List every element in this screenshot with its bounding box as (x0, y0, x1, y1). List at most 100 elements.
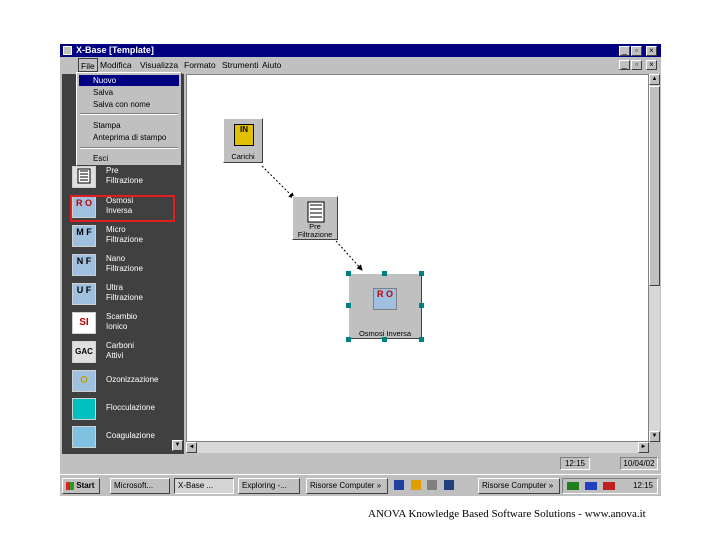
palette-item-microfiltrazione[interactable]: M F Micro Filtrazione (72, 223, 182, 249)
palette-item-nanofiltrazione[interactable]: N F Nano Filtrazione (72, 252, 182, 278)
start-label: Start (76, 481, 95, 490)
doc-minimize-button[interactable]: _ (619, 60, 630, 70)
palette-scroll-down-button[interactable]: ▼ (172, 440, 183, 451)
menu-bar: File Modifica Visualizza Formato Strumen… (60, 58, 661, 72)
scroll-left-button[interactable]: ◄ (186, 442, 197, 453)
uf-icon: U F (72, 283, 96, 305)
palette-label: Scambio Ionico (106, 312, 138, 331)
scroll-corner (649, 442, 660, 453)
palette-label: Coagulazione (106, 431, 155, 440)
palette-item-ozonizzazione[interactable]: O Ozonizzazione (72, 368, 182, 394)
title-bar: X-Base [Template] (60, 44, 661, 57)
scroll-right-button[interactable]: ► (638, 442, 649, 453)
palette-item-carboni-attivi[interactable]: GAC Carboni Attivi (72, 339, 182, 365)
status-date: 10/04/02 (620, 457, 658, 470)
taskbar-button-xbase[interactable]: X-Base ... (174, 478, 234, 494)
menu-item-stampa[interactable]: Stampa (79, 120, 179, 131)
palette-label: Nano Filtrazione (106, 254, 143, 273)
palette-item-coagulazione[interactable]: Coagulazione (72, 424, 182, 450)
coagulation-icon (72, 426, 96, 448)
nf-icon: N F (72, 254, 96, 276)
menu-formato[interactable]: Formato (182, 58, 218, 72)
status-time: 12:15 (560, 457, 590, 470)
scroll-thumb[interactable] (649, 86, 660, 286)
taskbar-button-risorse-2[interactable]: Risorse Computer » (478, 478, 560, 494)
palette-label: Micro Filtrazione (106, 225, 143, 244)
selection-handle[interactable] (382, 337, 387, 342)
ozone-icon: O (72, 370, 96, 392)
quicklaunch-icon[interactable] (394, 480, 404, 490)
connector-carichi-prefiltrazione (261, 165, 295, 199)
selection-handle[interactable] (346, 303, 351, 308)
doc-restore-button[interactable]: ▫ (631, 60, 642, 70)
palette-label: Pre Filtrazione (106, 166, 143, 185)
node-prefiltrazione[interactable]: Pre Filtrazione (292, 196, 338, 240)
tray-icons (567, 482, 627, 490)
doc-close-button[interactable]: × (646, 60, 657, 70)
quicklaunch-icon[interactable] (410, 480, 421, 490)
filter-icon (72, 166, 96, 188)
flocculation-icon (72, 398, 96, 420)
node-carichi[interactable]: IN Carichi (223, 118, 263, 163)
selection-handle[interactable] (419, 337, 424, 342)
menu-separator (80, 147, 178, 149)
quicklaunch-icon[interactable] (443, 480, 454, 490)
footer-caption: ANOVA Knowledge Based Software Solutions… (368, 508, 646, 520)
palette-label: Carboni Attivi (106, 341, 135, 360)
palette-item-prefiltrazione[interactable]: Pre Filtrazione (72, 164, 182, 190)
selection-handle[interactable] (382, 271, 387, 276)
menu-item-salva-con-nome[interactable]: Salva con nome (79, 99, 179, 110)
menu-file[interactable]: File (78, 58, 98, 72)
maximize-button[interactable]: ▫ (631, 46, 642, 56)
selection-handle[interactable] (419, 303, 424, 308)
node-label: Carichi (231, 152, 255, 161)
quicklaunch-icon[interactable] (427, 480, 438, 490)
app-icon (63, 46, 72, 55)
highlight-box (70, 195, 175, 222)
si-icon: SI (72, 312, 96, 334)
vertical-scrollbar[interactable]: ▲ ▼ (649, 74, 660, 442)
system-tray: 12:15 (562, 478, 658, 494)
taskbar: Start Microsoft... X-Base ... Exploring … (60, 474, 661, 496)
palette-item-scambio-ionico[interactable]: SI Scambio Ionico (72, 310, 182, 336)
mf-icon: M F (72, 225, 96, 247)
palette-label: Flocculazione (106, 403, 155, 412)
taskbar-button-microsoft[interactable]: Microsoft... (110, 478, 170, 494)
filter-icon (306, 201, 326, 223)
node-label: Pre Filtrazione (297, 222, 333, 239)
palette-label: Ozonizzazione (106, 375, 159, 384)
scroll-down-button[interactable]: ▼ (649, 431, 660, 442)
quicklaunch-icons[interactable] (394, 480, 474, 492)
windows-logo-icon (66, 481, 74, 490)
taskbar-button-risorse[interactable]: Risorse Computer » (306, 478, 388, 494)
menu-strumenti[interactable]: Strumenti (220, 58, 260, 72)
ro-icon: R O (373, 288, 397, 310)
menu-item-salva[interactable]: Salva (79, 87, 179, 98)
selection-handle[interactable] (346, 337, 351, 342)
horizontal-scrollbar[interactable]: ◄ ► (186, 442, 649, 453)
palette-item-ultrafiltrazione[interactable]: U F Ultra Filtrazione (72, 281, 182, 307)
selection-handle[interactable] (419, 271, 424, 276)
file-menu-dropdown: Nuovo Salva Salva con nome Stampa Antepr… (76, 72, 182, 166)
menu-item-anteprima[interactable]: Anteprima di stampo (79, 132, 179, 143)
palette-item-flocculazione[interactable]: Flocculazione (72, 396, 182, 422)
scroll-up-button[interactable]: ▲ (649, 74, 660, 85)
close-button[interactable]: × (646, 46, 657, 56)
gac-icon: GAC (72, 341, 96, 363)
tray-clock: 12:15 (632, 481, 653, 490)
node-osmosi-inversa[interactable]: R O Osmosi Inversa (348, 273, 422, 339)
menu-visualizza[interactable]: Visualizza (138, 58, 180, 72)
menu-item-esci[interactable]: Esci (79, 153, 179, 164)
menu-item-nuovo[interactable]: Nuovo (79, 75, 179, 86)
selection-handle[interactable] (346, 271, 351, 276)
taskbar-button-exploring[interactable]: Exploring -... (238, 478, 300, 494)
menu-aiuto[interactable]: Aiuto (260, 58, 283, 72)
start-button[interactable]: Start (62, 478, 100, 494)
window-title: X-Base [Template] (76, 45, 154, 55)
menu-separator (80, 113, 178, 115)
input-icon: IN (234, 124, 254, 146)
menu-modifica[interactable]: Modifica (98, 58, 134, 72)
minimize-button[interactable]: _ (619, 46, 630, 56)
status-bar: 12:15 10/04/02 (60, 456, 661, 471)
palette-label: Ultra Filtrazione (106, 283, 143, 302)
